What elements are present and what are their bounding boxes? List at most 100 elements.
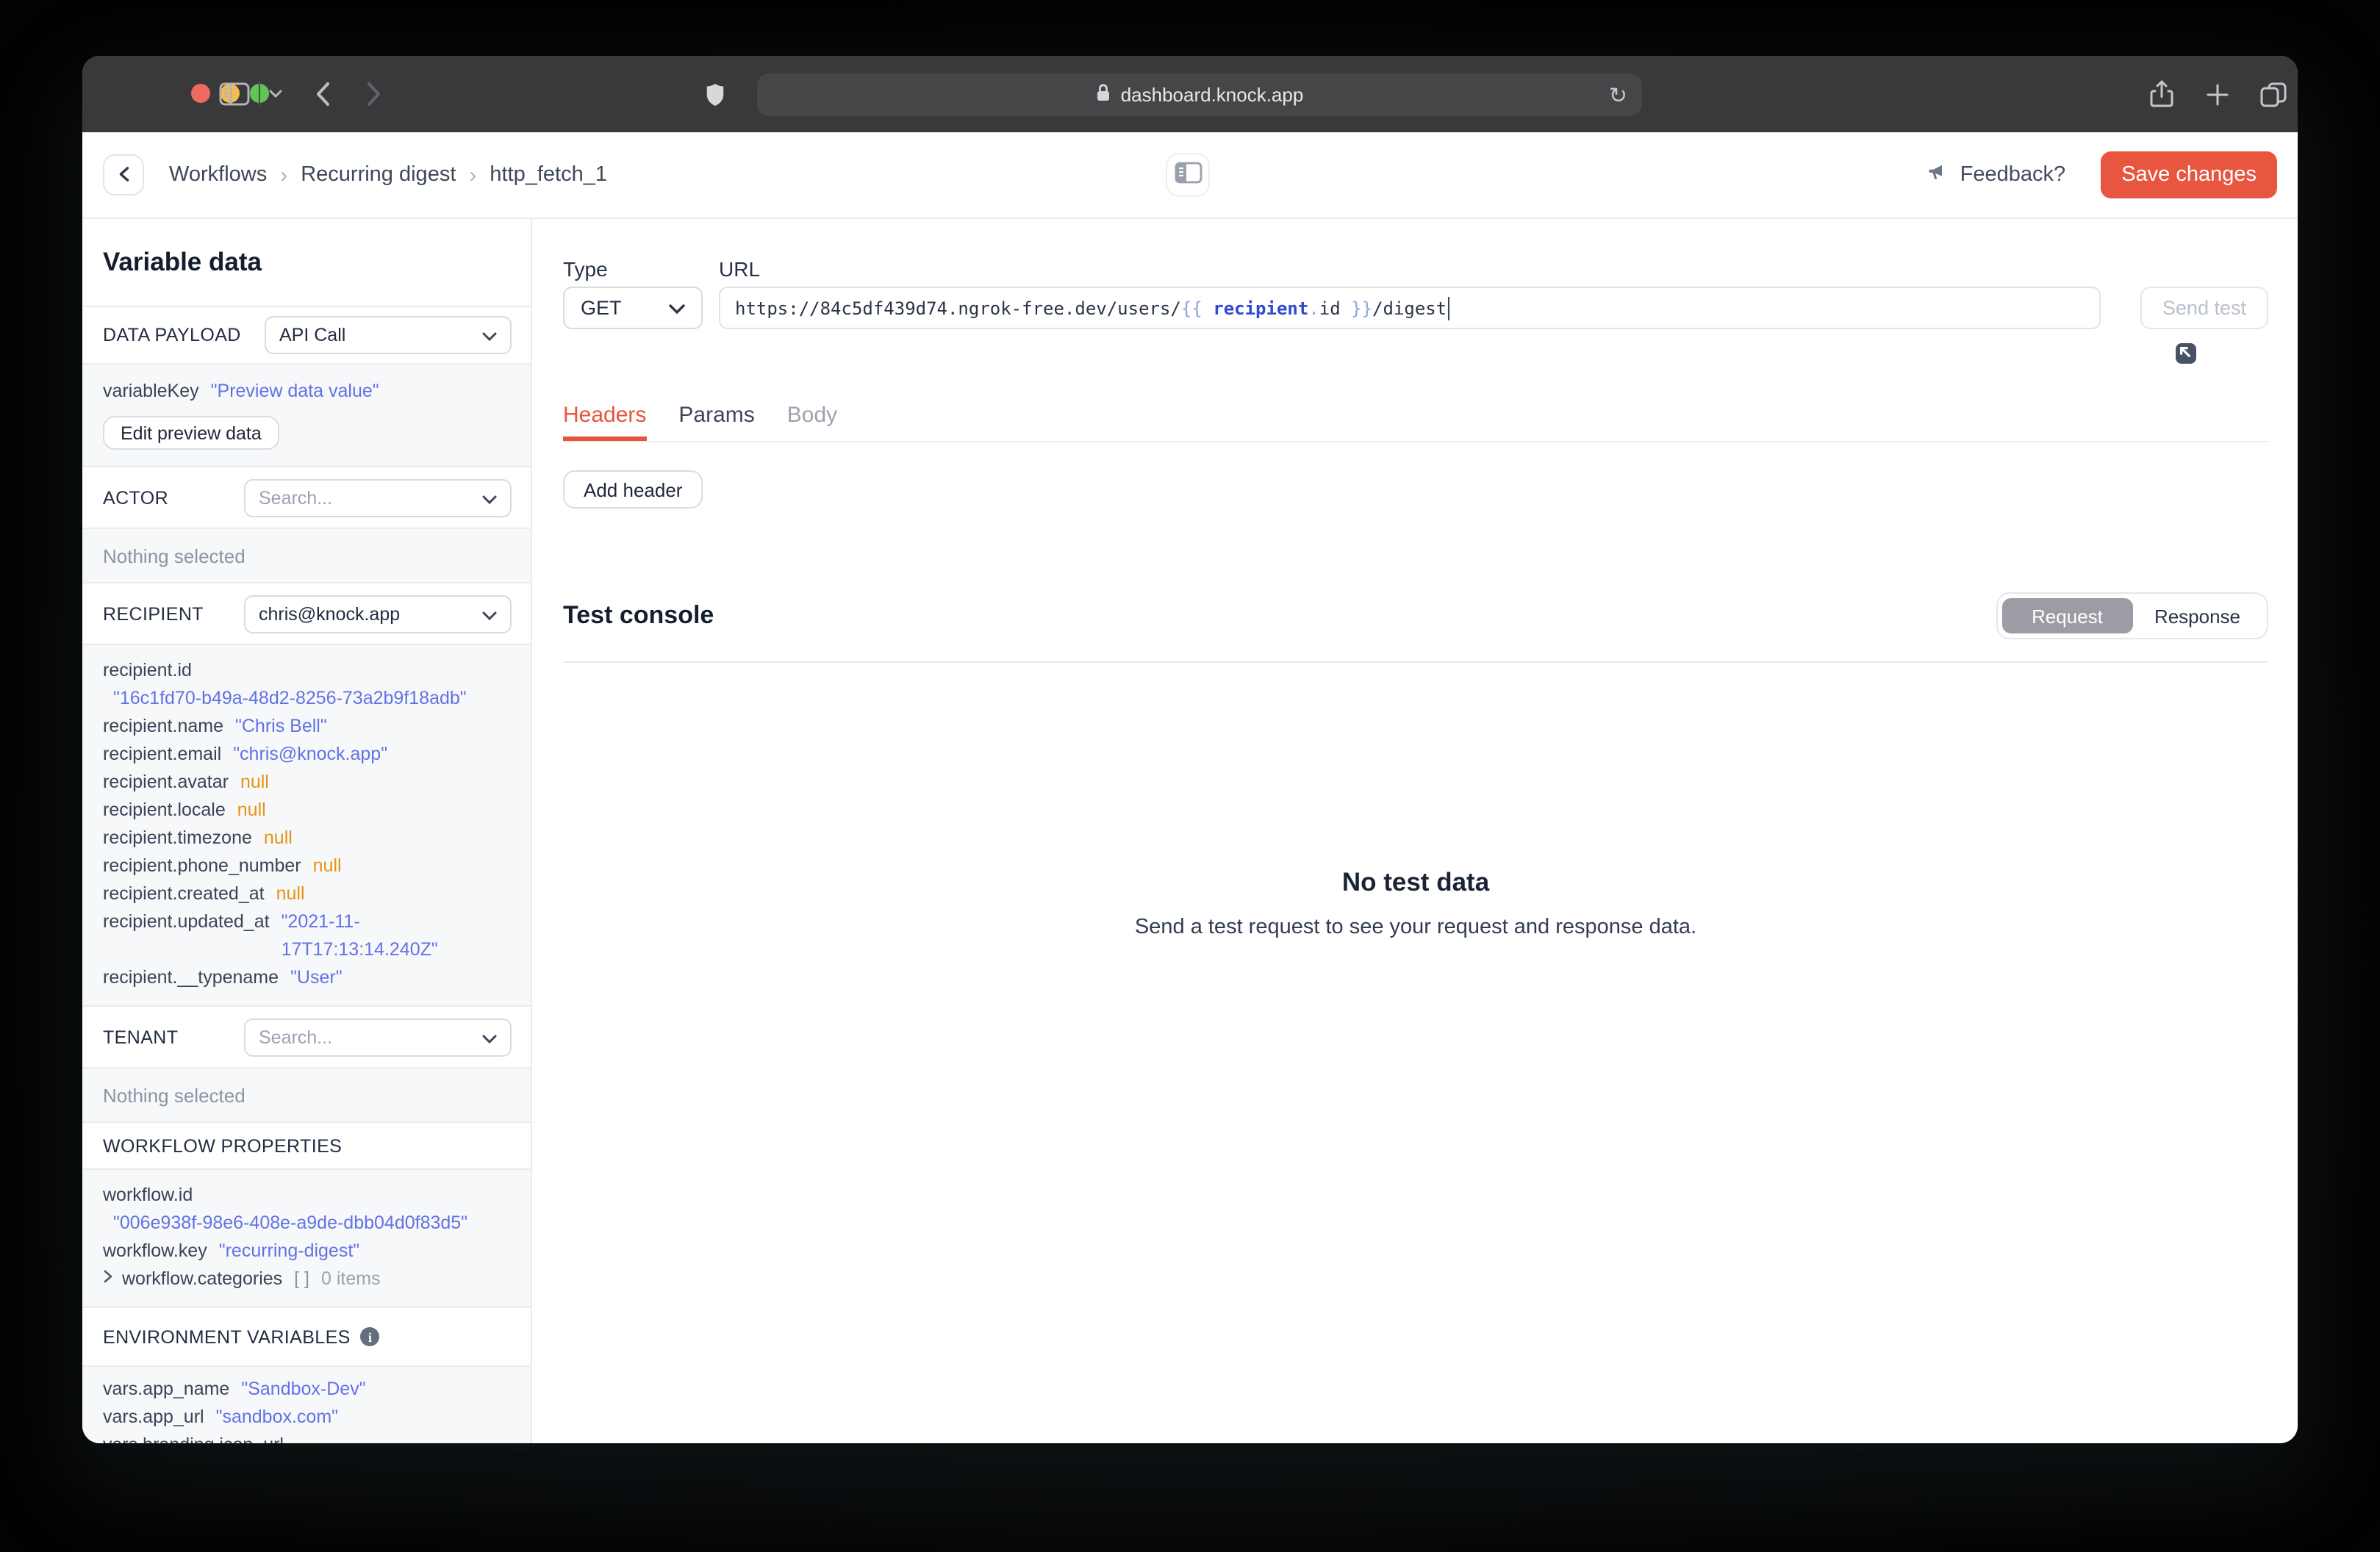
data-value: "Sandbox-Dev" xyxy=(241,1379,366,1399)
data-key: recipient.locale xyxy=(103,800,226,820)
tenant-placeholder: Search... xyxy=(259,1027,333,1047)
data-payload-row: DATA PAYLOAD API Call xyxy=(82,306,531,363)
add-header-button[interactable]: Add header xyxy=(563,470,703,509)
breadcrumb: Workflows › Recurring digest › http_fetc… xyxy=(169,162,607,187)
data-row: recipient.id "16c1fd70-b49a-48d2-8256-73… xyxy=(82,657,531,713)
data-key: workflow.id xyxy=(103,1185,193,1205)
chevron-down-icon[interactable] xyxy=(265,56,285,132)
toggle-request[interactable]: Request xyxy=(2002,598,2132,633)
recipient-label: RECIPIENT xyxy=(103,603,204,624)
request-editor: Type GET URL https://84c5df439d74.ngrok-… xyxy=(532,219,2298,1443)
tenant-select[interactable]: Search... xyxy=(244,1018,512,1056)
expand-editor-button[interactable] xyxy=(2062,294,2197,364)
recipient-data-panel: recipient.id "16c1fd70-b49a-48d2-8256-73… xyxy=(82,644,531,1005)
sidebar-toggle-icon[interactable] xyxy=(215,56,253,132)
request-bar: Type GET URL https://84c5df439d74.ngrok-… xyxy=(563,257,2268,364)
data-row: recipient.created_at null xyxy=(82,880,531,908)
actor-label: ACTOR xyxy=(103,487,169,508)
env-label-text: ENVIRONMENT VARIABLES xyxy=(103,1326,351,1347)
environment-variables-label: ENVIRONMENT VARIABLES i xyxy=(103,1326,380,1347)
sidebar-title: Variable data xyxy=(103,247,262,276)
toolbar-divider xyxy=(259,81,260,107)
workflow-properties-row: WORKFLOW PROPERTIES xyxy=(82,1121,531,1168)
feedback-label: Feedback? xyxy=(1960,163,2066,187)
toggle-response[interactable]: Response xyxy=(2132,598,2262,633)
breadcrumb-workflows[interactable]: Workflows xyxy=(169,163,267,187)
expand-chevron-icon[interactable] xyxy=(103,1270,113,1283)
data-row: vars.branding.icon_url xyxy=(82,1431,531,1443)
breadcrumb-separator: › xyxy=(469,162,477,187)
forward-icon[interactable] xyxy=(362,56,385,132)
data-key: recipient.name xyxy=(103,716,223,736)
console-empty-state: No test data Send a test request to see … xyxy=(563,867,2268,939)
data-value: "sandbox.com" xyxy=(215,1406,339,1427)
tab-overview-icon[interactable] xyxy=(2258,56,2287,132)
recipient-select[interactable]: chris@knock.app xyxy=(244,594,512,633)
knock-dashboard: Workflows › Recurring digest › http_fetc… xyxy=(82,132,2298,1443)
save-changes-button[interactable]: Save changes xyxy=(2101,151,2277,198)
edit-preview-data-button[interactable]: Edit preview data xyxy=(103,416,279,450)
workflow-properties-label: WORKFLOW PROPERTIES xyxy=(103,1135,343,1156)
address-bar-url: dashboard.knock.app xyxy=(1120,84,1304,106)
tab-body[interactable]: Body xyxy=(787,403,837,441)
tenant-label: TENANT xyxy=(103,1027,179,1047)
expand-icon xyxy=(2062,343,2201,394)
info-icon[interactable]: i xyxy=(360,1327,380,1346)
method-select[interactable]: GET xyxy=(563,287,703,329)
url-segment: recipient xyxy=(1213,298,1309,318)
env-fields: vars.app_name "Sandbox-Dev" vars.app_url… xyxy=(82,1376,531,1443)
tab-params[interactable]: Params xyxy=(678,403,754,441)
type-label: Type xyxy=(563,257,608,281)
data-key: workflow.key xyxy=(103,1240,207,1261)
back-icon[interactable] xyxy=(310,56,334,132)
tab-headers[interactable]: Headers xyxy=(563,403,646,441)
environment-variables-panel: vars.app_name "Sandbox-Dev" vars.app_url… xyxy=(82,1365,531,1443)
url-segment: id xyxy=(1319,298,1341,318)
data-payload-select[interactable]: API Call xyxy=(265,316,512,354)
privacy-shield-icon[interactable] xyxy=(703,56,726,132)
data-key: recipient.__typename xyxy=(103,967,279,988)
environment-variables-row: ENVIRONMENT VARIABLES i xyxy=(82,1307,531,1365)
data-payload-selected: API Call xyxy=(279,325,346,345)
url-value: https://84c5df439d74.ngrok-free.dev/user… xyxy=(735,298,1447,318)
chevron-down-icon xyxy=(482,1027,497,1047)
data-value: "chris@knock.app" xyxy=(233,744,388,764)
breadcrumb-step-name[interactable]: http_fetch_1 xyxy=(490,163,607,187)
sidebar-panel-icon xyxy=(1174,162,1202,188)
close-window-button[interactable] xyxy=(191,83,210,102)
breadcrumb-workflow-name[interactable]: Recurring digest xyxy=(301,163,456,187)
data-key: recipient.timezone xyxy=(103,827,252,848)
actor-select[interactable]: Search... xyxy=(244,478,512,517)
megaphone-icon xyxy=(1928,162,1950,188)
address-bar[interactable]: dashboard.knock.app ↻ xyxy=(757,73,1642,116)
data-value: "2021-11-17T17:13:14.240Z" xyxy=(281,911,438,960)
data-value: null xyxy=(276,883,305,904)
data-row: workflow.categories [ ] 0 items xyxy=(82,1265,531,1293)
data-value: null xyxy=(237,800,266,820)
new-tab-icon[interactable] xyxy=(2204,56,2230,132)
panel-toggle-button[interactable] xyxy=(1166,153,1210,197)
data-key: recipient.created_at xyxy=(103,883,265,904)
variable-data-sidebar: Variable data DATA PAYLOAD API Call vari… xyxy=(82,219,532,1443)
chevron-down-icon xyxy=(669,297,685,319)
feedback-link[interactable]: Feedback? xyxy=(1928,162,2066,188)
reload-icon[interactable]: ↻ xyxy=(1609,73,1627,116)
actor-row: ACTOR Search... xyxy=(82,466,531,528)
data-value: null xyxy=(263,827,293,848)
request-response-toggle: Request Response xyxy=(1996,592,2268,639)
data-key: recipient.id xyxy=(103,660,192,680)
breadcrumb-separator: › xyxy=(280,162,288,187)
preview-value: "Preview data value" xyxy=(210,381,379,401)
share-icon[interactable] xyxy=(2148,56,2174,132)
back-button[interactable] xyxy=(103,154,144,195)
url-input[interactable]: https://84c5df439d74.ngrok-free.dev/user… xyxy=(719,287,2197,364)
browser-toolbar: dashboard.knock.app ↻ xyxy=(82,56,2298,134)
browser-window: dashboard.knock.app ↻ Workflows › Recurr… xyxy=(82,56,2298,1443)
preview-key: variableKey xyxy=(103,381,199,401)
url-segment: https://84c5df439d74.ngrok-free.dev/user… xyxy=(735,298,1181,318)
data-row: recipient.name "Chris Bell" xyxy=(82,713,531,741)
data-row: recipient.avatar null xyxy=(82,769,531,797)
url-segment: /digest xyxy=(1372,298,1447,318)
actor-empty-state: Nothing selected xyxy=(82,528,531,582)
data-payload-label: DATA PAYLOAD xyxy=(103,325,241,345)
